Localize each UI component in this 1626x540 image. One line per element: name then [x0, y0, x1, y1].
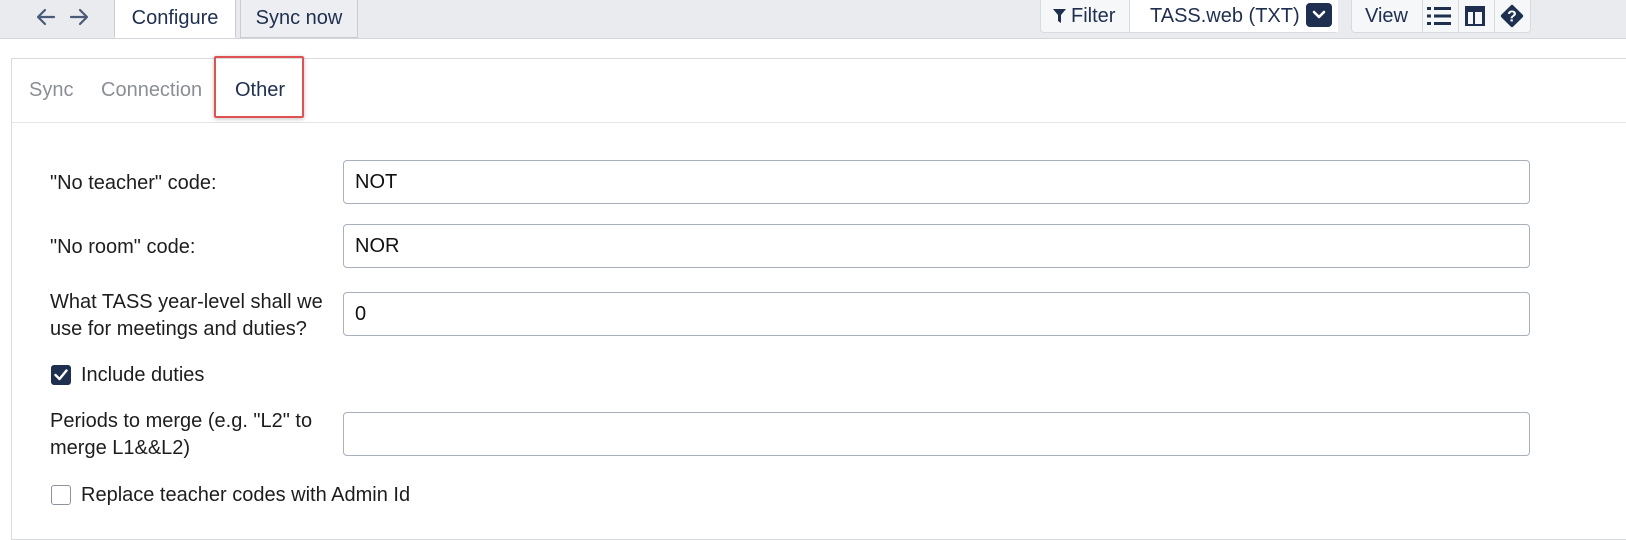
filter-icon	[1053, 9, 1066, 23]
view-group: View ?	[1351, 0, 1531, 33]
source-label: TASS.web (TXT)	[1150, 4, 1300, 27]
no-room-code-input[interactable]	[343, 224, 1530, 268]
source-selector-group: Filter TASS.web (TXT)	[1040, 0, 1338, 33]
divider	[1422, 0, 1423, 32]
no-teacher-code-input[interactable]	[343, 160, 1530, 204]
help-icon[interactable]: ?	[1498, 2, 1526, 30]
tab-sync[interactable]: Sync	[29, 59, 73, 122]
include-duties-label: Include duties	[81, 364, 205, 386]
divider	[1458, 0, 1459, 32]
replace-teacher-codes-checkbox[interactable]	[51, 485, 71, 505]
forward-arrow-icon[interactable]	[66, 4, 92, 30]
tab-configure[interactable]: Configure	[114, 0, 236, 38]
no-teacher-label: "No teacher" code:	[50, 172, 217, 194]
year-level-input[interactable]	[343, 292, 1530, 336]
view-button[interactable]: View	[1365, 0, 1408, 32]
filter-button[interactable]: Filter	[1053, 0, 1115, 32]
subtab-bar: Sync Connection Other	[12, 59, 1626, 123]
source-dropdown[interactable]: TASS.web (TXT)	[1130, 0, 1338, 32]
divider	[1494, 0, 1495, 32]
back-arrow-icon[interactable]	[33, 4, 59, 30]
tab-sync-now[interactable]: Sync now	[240, 0, 358, 38]
chevron-down-icon[interactable]	[1306, 3, 1332, 27]
periods-merge-input[interactable]	[343, 412, 1530, 456]
top-toolbar: Configure Sync now Filter TASS.web (TXT)…	[0, 0, 1626, 39]
periods-merge-label-line1: Periods to merge (e.g. "L2" to	[50, 410, 313, 432]
year-level-label: What TASS year-level shall we use for me…	[50, 289, 323, 343]
svg-text:?: ?	[1507, 9, 1517, 26]
list-view-icon[interactable]	[1425, 2, 1453, 30]
no-room-label: "No room" code:	[50, 236, 196, 258]
periods-merge-label: Periods to merge (e.g. "L2" to merge L1&…	[50, 408, 312, 462]
table-layout-icon[interactable]	[1461, 2, 1489, 30]
year-level-label-line1: What TASS year-level shall we	[50, 291, 323, 313]
periods-merge-label-line2: merge L1&&L2)	[50, 437, 191, 459]
replace-teacher-codes-label: Replace teacher codes with Admin Id	[81, 484, 411, 506]
checkmark-icon	[54, 369, 68, 381]
year-level-label-line2: use for meetings and duties?	[50, 318, 307, 340]
tab-other[interactable]: Other	[235, 59, 285, 122]
filter-label: Filter	[1071, 4, 1116, 27]
include-duties-checkbox[interactable]	[51, 365, 71, 385]
tab-connection[interactable]: Connection	[101, 59, 202, 122]
